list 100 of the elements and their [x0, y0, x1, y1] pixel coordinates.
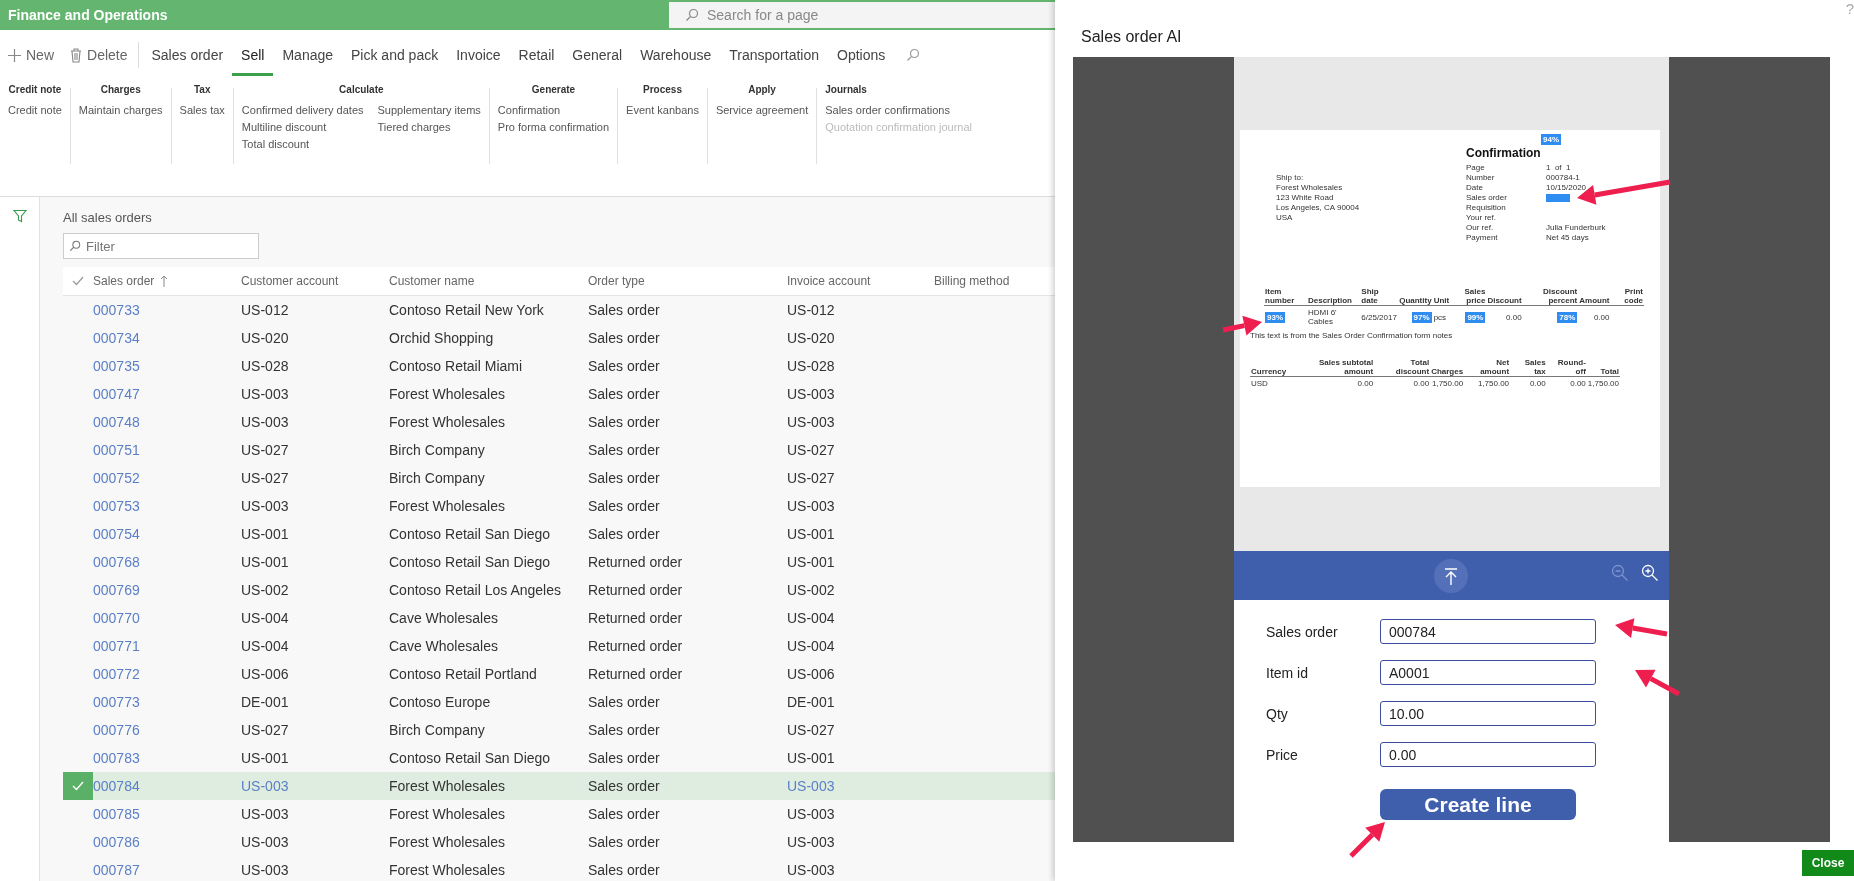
ribbon-command[interactable]: Total discount: [241, 137, 364, 154]
address-line: 123 White Road: [1276, 193, 1335, 203]
ribbon-command[interactable]: Sales tax: [179, 103, 225, 120]
order-link[interactable]: 000735: [93, 358, 140, 374]
annotation-arrow: [1615, 618, 1668, 638]
zoom-in-icon[interactable]: [1641, 564, 1659, 582]
ribbon-command[interactable]: Service agreement: [715, 103, 809, 120]
order-link[interactable]: 000753: [93, 498, 140, 514]
search-icon: [69, 240, 81, 252]
order-link[interactable]: 000770: [93, 610, 140, 626]
ribbon-command[interactable]: Tiered charges: [377, 120, 481, 137]
filter-icon[interactable]: [12, 209, 27, 223]
table-cell: US-027: [787, 470, 835, 486]
table-row[interactable]: 000747 US-003 Forest Wholesales Sales order US-003: [63, 380, 1055, 408]
order-link[interactable]: 000772: [93, 666, 140, 682]
sort-arrow-icon[interactable]: [160, 275, 169, 287]
table-row[interactable]: 000784 US-003 Forest Wholesales Sales order US-003: [63, 772, 1055, 800]
ribbon-command[interactable]: Credit note: [8, 103, 62, 120]
input-field[interactable]: 10.00: [1380, 701, 1596, 726]
order-link[interactable]: 000754: [93, 526, 140, 542]
column-header[interactable]: Sales order: [93, 274, 155, 288]
ribbon-tab[interactable]: Sales order: [142, 34, 233, 76]
ribbon-tab[interactable]: Options: [828, 34, 895, 76]
ribbon-command[interactable]: Maintain charges: [78, 103, 163, 120]
table-row[interactable]: 000785 US-003 Forest Wholesales Sales order US-003: [63, 800, 1055, 828]
table-row[interactable]: 000768 US-001 Contoso Retail San Diego Returned order US-001: [63, 548, 1055, 576]
order-link[interactable]: 000734: [93, 330, 140, 346]
order-link[interactable]: 000747: [93, 386, 140, 402]
table-cell: Sales order: [588, 414, 660, 430]
column-header[interactable]: Customer name: [389, 274, 475, 288]
table-row[interactable]: 000733 US-012 Contoso Retail New York Sales order US-012: [63, 296, 1055, 324]
table-row[interactable]: 000776 US-027 Birch Company Sales order US-027: [63, 716, 1055, 744]
search-field[interactable]: Search for a page: [669, 2, 1055, 28]
table-row[interactable]: 000771 US-004 Cave Wholesales Returned order US-004: [63, 632, 1055, 660]
table-row[interactable]: 000748 US-003 Forest Wholesales Sales order US-003: [63, 408, 1055, 436]
table-row[interactable]: 000787 US-003 Forest Wholesales Sales order US-003: [63, 856, 1055, 881]
ribbon-command[interactable]: Pro forma confirmation: [497, 120, 610, 137]
field-label: Your ref.: [1466, 213, 1497, 223]
table-row[interactable]: 000786 US-003 Forest Wholesales Sales order US-003: [63, 828, 1055, 856]
scroll-top-icon[interactable]: [1434, 559, 1468, 593]
ribbon-tab[interactable]: Transportation: [720, 34, 828, 76]
order-link[interactable]: 000748: [93, 414, 140, 430]
column-header[interactable]: Order type: [588, 274, 645, 288]
ribbon-tab[interactable]: Manage: [273, 34, 343, 76]
delete-button[interactable]: Delete: [62, 47, 136, 63]
order-link[interactable]: 000771: [93, 638, 140, 654]
row-checkbox[interactable]: [63, 772, 93, 800]
address-line: Ship to:: [1276, 173, 1305, 183]
ribbon-command[interactable]: Confirmation: [497, 103, 610, 120]
order-link[interactable]: 000785: [93, 806, 140, 822]
order-link[interactable]: 000783: [93, 750, 140, 766]
ribbon-command[interactable]: Multiline discount: [241, 120, 364, 137]
ribbon-tab[interactable]: General: [563, 34, 632, 76]
ribbon-command[interactable]: Sales order confirmations: [825, 103, 972, 120]
ribbon-command[interactable]: Supplementary items: [377, 103, 481, 120]
table-row[interactable]: 000772 US-006 Contoso Retail Portland Returned order US-006: [63, 660, 1055, 688]
filter-field[interactable]: Filter: [63, 233, 259, 259]
order-link[interactable]: 000752: [93, 470, 140, 486]
table-cell: Forest Wholesales: [389, 498, 505, 514]
table-row[interactable]: 000754 US-001 Contoso Retail San Diego Sales order US-001: [63, 520, 1055, 548]
column-header[interactable]: Invoice account: [787, 274, 871, 288]
table-row[interactable]: 000773 DE-001 Contoso Europe Sales order DE-001: [63, 688, 1055, 716]
order-link[interactable]: 000776: [93, 722, 140, 738]
select-all-check-icon[interactable]: [72, 276, 84, 286]
column-header: Print code: [1624, 287, 1643, 305]
zoom-out-icon[interactable]: [1611, 564, 1629, 582]
close-button[interactable]: Close: [1802, 850, 1854, 876]
table-row[interactable]: 000770 US-004 Cave Wholesales Returned order US-004: [63, 604, 1055, 632]
ribbon-tab[interactable]: Pick and pack: [342, 34, 448, 76]
ribbon-tab[interactable]: Retail: [509, 34, 564, 76]
table-row[interactable]: 000752 US-027 Birch Company Sales order US-027: [63, 464, 1055, 492]
column-header[interactable]: Customer account: [241, 274, 339, 288]
order-link[interactable]: 000773: [93, 694, 140, 710]
input-field[interactable]: 0.00: [1380, 742, 1596, 767]
input-field[interactable]: 000784: [1380, 619, 1596, 644]
column-header[interactable]: Billing method: [934, 274, 1010, 288]
table-row[interactable]: 000735 US-028 Contoso Retail Miami Sales order US-028: [63, 352, 1055, 380]
order-link[interactable]: 000769: [93, 582, 140, 598]
column-header: Total discount: [1395, 358, 1430, 376]
table-row[interactable]: 000783 US-001 Contoso Retail San Diego Sales order US-001: [63, 744, 1055, 772]
table-row[interactable]: 000753 US-003 Forest Wholesales Sales order US-003: [63, 492, 1055, 520]
ribbon-tab[interactable]: Warehouse: [631, 34, 721, 76]
table-row[interactable]: 000734 US-020 Orchid Shopping Sales order US-020: [63, 324, 1055, 352]
field-label: Payment: [1466, 233, 1499, 243]
order-link[interactable]: 000768: [93, 554, 140, 570]
order-link[interactable]: 000733: [93, 302, 140, 318]
create-line-button[interactable]: Create line: [1380, 789, 1576, 820]
new-button[interactable]: New: [0, 47, 62, 63]
ribbon-tab[interactable]: Invoice: [447, 34, 510, 76]
ribbon-command[interactable]: Confirmed delivery dates: [241, 103, 364, 120]
order-link[interactable]: 000751: [93, 442, 140, 458]
table-row[interactable]: 000751 US-027 Birch Company Sales order US-027: [63, 436, 1055, 464]
ribbon-tab[interactable]: Sell: [232, 34, 274, 76]
order-link[interactable]: 000787: [93, 862, 140, 878]
input-field[interactable]: A0001: [1380, 660, 1596, 685]
table-row[interactable]: 000769 US-002 Contoso Retail Los Angeles Returned order US-002: [63, 576, 1055, 604]
order-link[interactable]: 000786: [93, 834, 140, 850]
column-header: Sales price: [1464, 287, 1486, 305]
ribbon-command[interactable]: Event kanbans: [626, 103, 699, 120]
search-icon[interactable]: [906, 48, 921, 62]
